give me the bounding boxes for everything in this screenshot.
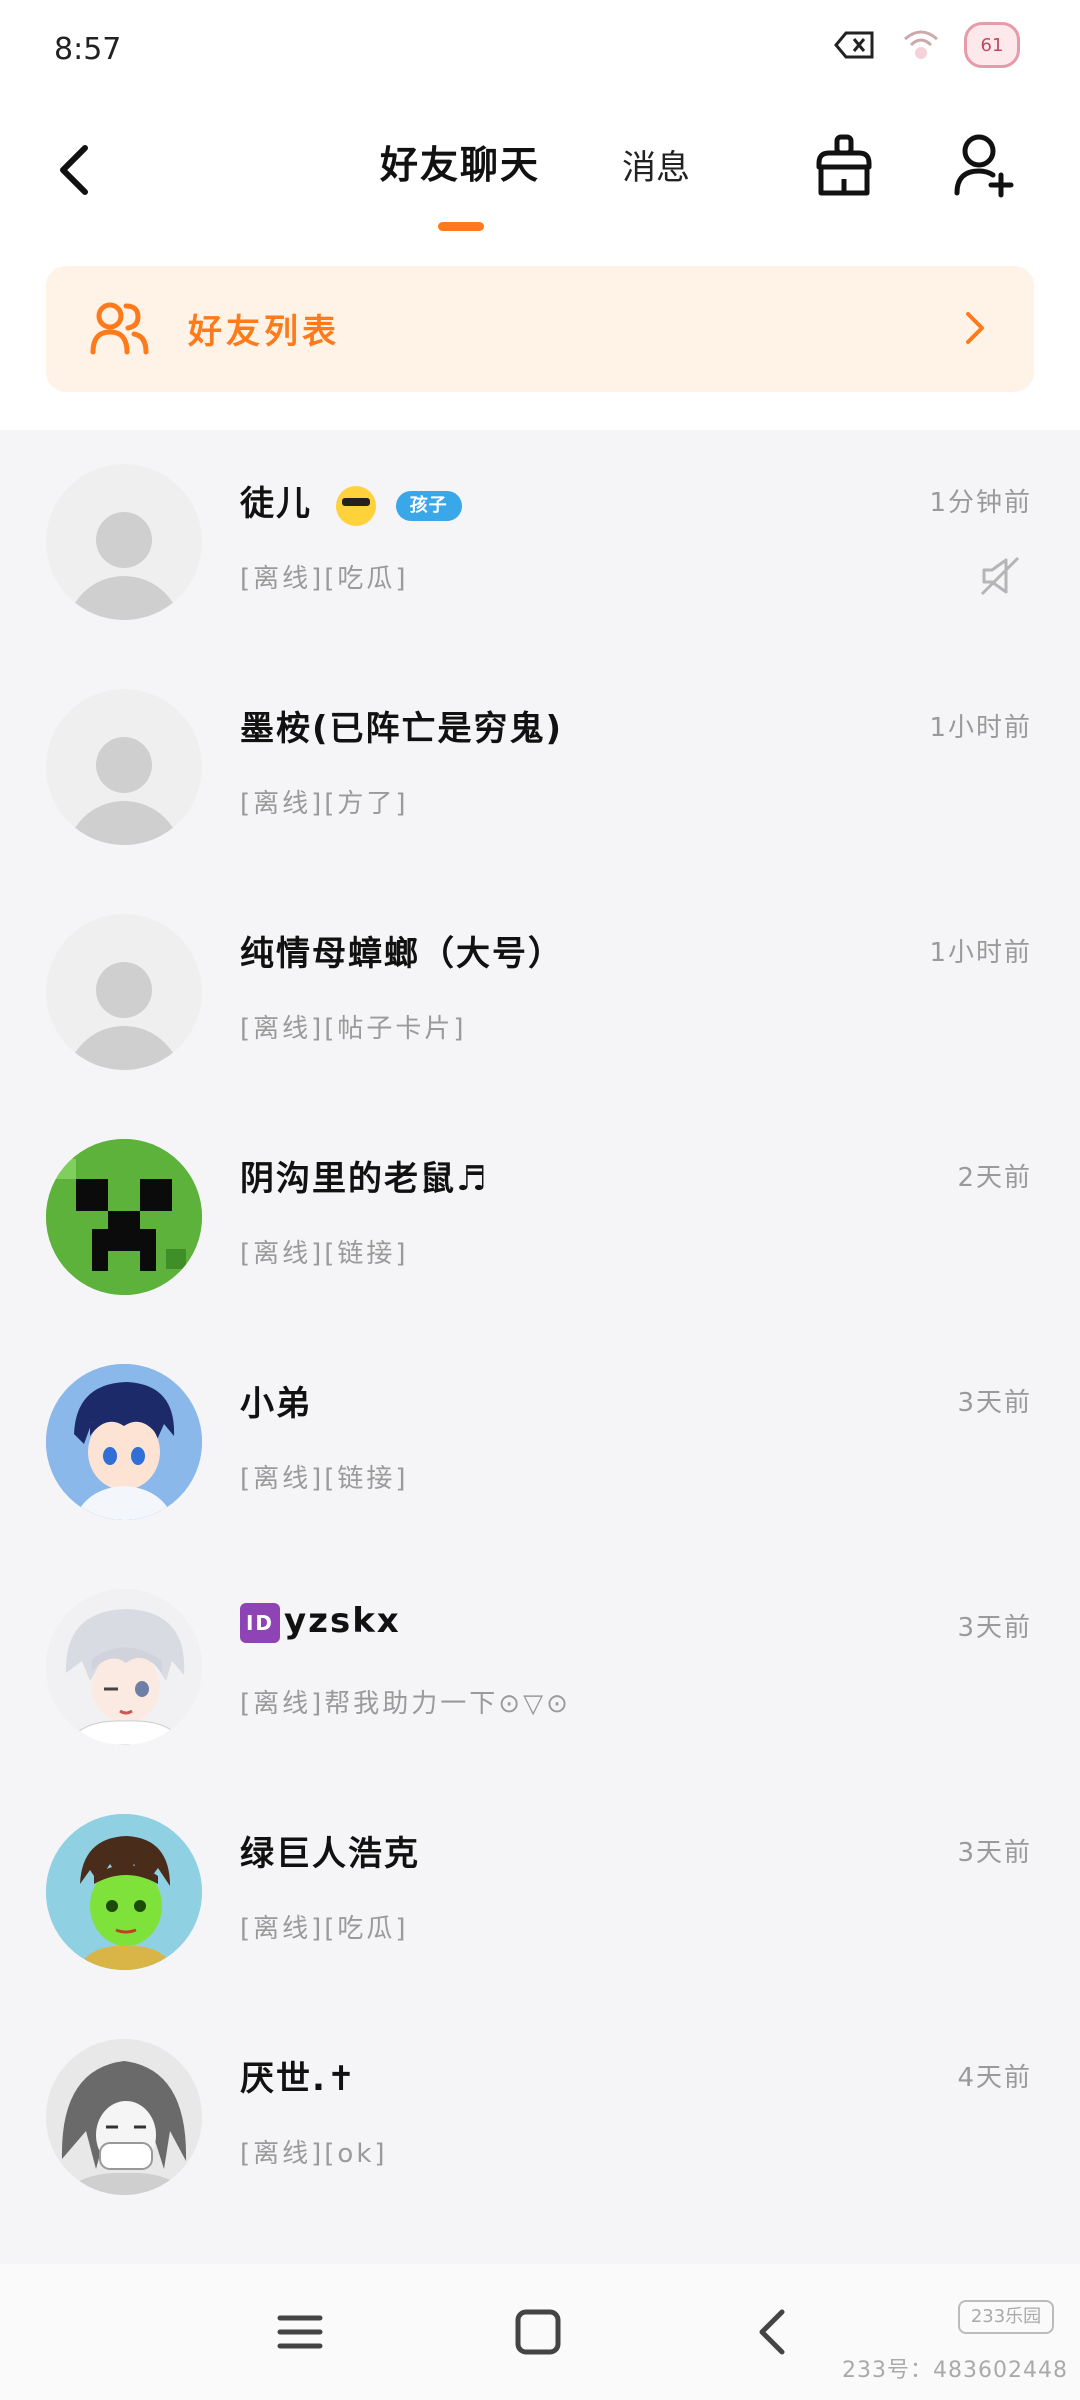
chat-list: 徒儿 孩子 [离线][吃瓜] 1分钟前 墨桉(已阵亡是穷鬼) [离线][方了] … [0,430,1080,2230]
chat-status: [离线][吃瓜] [240,564,409,594]
chat-name: 阴沟里的老鼠♬ [240,1159,489,1199]
chat-row[interactable]: 厌世.✝ [离线][ok] 4天前 [0,2005,1080,2230]
chat-row[interactable]: ID yzskx [离线]帮我助力一下⊙▽⊙ 3天前 [0,1555,1080,1780]
wifi-icon [898,25,944,65]
friend-list-label: 好友列表 [188,312,340,352]
watermark-logo: 233乐园 [958,2300,1054,2334]
chat-status: [离线][链接] [240,1239,409,1269]
avatar[interactable] [46,1814,202,1970]
chevron-right-icon [966,312,984,344]
chat-row[interactable]: 阴沟里的老鼠♬ [离线][链接] 2天前 [0,1105,1080,1330]
system-nav-bar: 233乐园 233号：483602448 [0,2264,1080,2400]
chat-status: [离线][链接] [240,1464,409,1494]
friends-icon [90,302,149,355]
clean-button[interactable] [808,126,880,206]
chat-status: [离线][方了] [240,789,409,819]
chat-name: 墨桉(已阵亡是穷鬼) [240,709,564,749]
chat-name-line: 徒儿 孩子 [240,476,462,526]
green-hulk-avatar-icon [46,1814,202,1970]
broom-icon [816,134,872,196]
chat-status: [离线][帖子卡片] [240,1014,467,1044]
add-user-icon [954,134,1014,198]
chat-row[interactable]: 绿巨人浩克 [离线][吃瓜] 3天前 [0,1780,1080,2005]
avatar-body-shape [66,576,182,620]
avatar-head-shape [96,512,152,568]
chat-name: yzskx [284,1601,401,1641]
avatar[interactable] [46,1139,202,1295]
notification-icon [832,25,878,65]
add-friend-button[interactable] [948,126,1020,206]
avatar[interactable] [46,914,202,1070]
chat-name: 厌世.✝ [240,2059,358,2099]
friend-list-banner[interactable]: 好友列表 [46,266,1034,392]
creeper-face-icon [46,1139,202,1295]
status-time: 8:57 [54,32,122,67]
chat-row[interactable]: 墨桉(已阵亡是穷鬼) [离线][方了] 1小时前 [0,655,1080,880]
relationship-badge: 孩子 [395,490,462,521]
avatar-head-shape [96,737,152,793]
tab-friend-chat[interactable]: 好友聊天 [380,134,540,189]
chat-row[interactable]: 徒儿 孩子 [离线][吃瓜] 1分钟前 [0,430,1080,655]
chat-row[interactable]: 纯情母蟑螂（大号） [离线][帖子卡片] 1小时前 [0,880,1080,1105]
avatar[interactable] [46,689,202,845]
chat-name-line: ID yzskx [240,1601,401,1643]
sunglasses-emoji-icon [335,485,376,526]
chat-status: [离线][吃瓜] [240,1914,409,1944]
anime-white-hair-avatar-icon [46,1589,202,1745]
id-emoji-icon: ID [240,1602,280,1643]
back-button[interactable] [40,130,110,210]
avatar[interactable] [46,2039,202,2195]
avatar-body-shape [66,801,182,845]
chat-time: 1分钟前 [929,488,1032,518]
chat-time: 3天前 [957,1613,1032,1643]
chat-status: [离线][ok] [240,2139,388,2169]
chat-name: 小弟 [240,1384,312,1424]
anime-boy-avatar-icon [46,1364,202,1520]
chat-time: 3天前 [957,1838,1032,1868]
chat-name: 徒儿 [240,484,312,524]
chat-status: [离线]帮我助力一下⊙▽⊙ [240,1689,571,1719]
avatar-body-shape [66,1026,182,1070]
chat-time: 1小时前 [929,713,1032,743]
nav-back-icon[interactable] [746,2304,802,2360]
monochrome-anime-avatar-icon [46,2039,202,2195]
header-nav: 好友聊天 消息 [0,110,1080,240]
menu-icon[interactable] [272,2304,328,2360]
tab-messages[interactable]: 消息 [622,140,690,189]
chat-time: 1小时前 [929,938,1032,968]
chat-name: 纯情母蟑螂（大号） [240,934,564,974]
avatar[interactable] [46,1364,202,1520]
chat-time: 4天前 [957,2063,1032,2093]
battery-icon: 61 [964,22,1020,68]
tab-active-indicator [438,222,484,231]
status-bar: 8:57 61 [0,0,1080,100]
mute-icon [980,556,1020,596]
top-bar: 8:57 61 好友聊天 消息 好友列表 [0,0,1080,430]
avatar-head-shape [96,962,152,1018]
chat-time: 3天前 [957,1388,1032,1418]
chat-time: 2天前 [957,1163,1032,1193]
chat-row[interactable]: 小弟 [离线][链接] 3天前 [0,1330,1080,1555]
chat-name: 绿巨人浩克 [240,1834,420,1874]
status-icons: 61 [832,22,1020,68]
home-square-icon[interactable] [510,2304,566,2360]
avatar[interactable] [46,1589,202,1745]
avatar[interactable] [46,464,202,620]
watermark-text: 233号：483602448 [842,2358,1068,2383]
